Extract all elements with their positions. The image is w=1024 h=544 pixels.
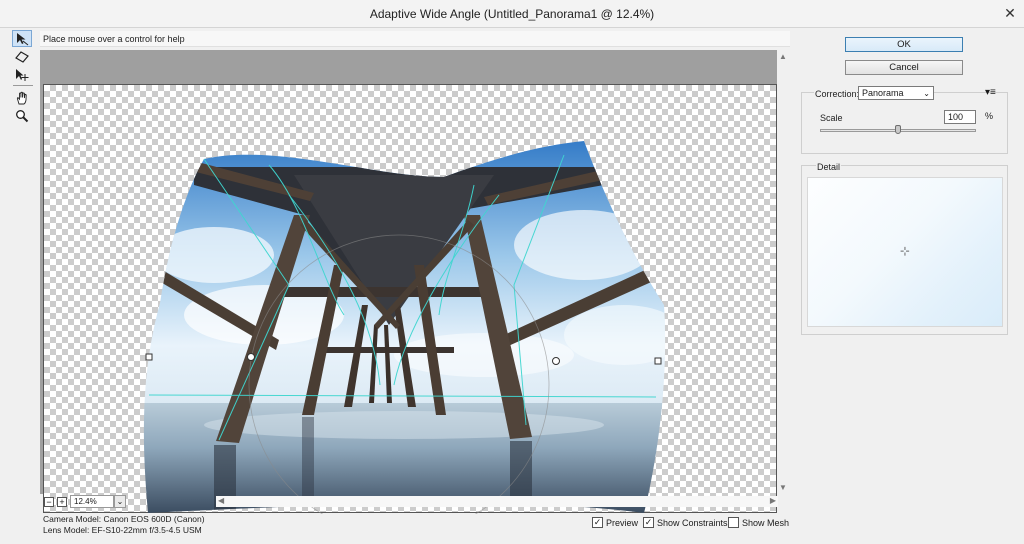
panel-menu-icon[interactable]: ▾≡ xyxy=(985,87,996,98)
help-text: Place mouse over a control for help xyxy=(43,34,185,44)
zoom-in-button[interactable]: + xyxy=(57,497,67,507)
show-constraints-checkbox-box[interactable]: ✓ xyxy=(643,517,654,528)
detail-label: Detail xyxy=(816,162,842,172)
correction-label: Correction: xyxy=(814,89,861,99)
preview-canvas-frame[interactable] xyxy=(40,50,777,514)
zoom-tool-icon[interactable] xyxy=(12,107,32,124)
camera-model-text: Camera Model: Canon EOS 600D (Canon) xyxy=(43,514,205,524)
window-title: Adaptive Wide Angle (Untitled_Panorama1 … xyxy=(369,7,655,21)
zoom-controls: − + 12.4% ⌄ ◀ ▶ xyxy=(40,495,790,509)
show-mesh-checkbox-box[interactable] xyxy=(728,517,739,528)
show-mesh-checkbox-label: Show Mesh xyxy=(742,517,790,528)
scale-label: Scale xyxy=(820,113,843,123)
crosshair-icon: ⊹ xyxy=(900,244,911,258)
zoom-out-button[interactable]: − xyxy=(44,497,54,507)
help-bar: Place mouse over a control for help xyxy=(40,31,790,47)
scale-unit: % xyxy=(985,111,994,121)
canvas-vertical-scrollbar[interactable]: ▲ ▼ xyxy=(777,50,789,494)
preview-checkbox-label: Preview xyxy=(606,517,639,528)
move-tool-icon[interactable] xyxy=(12,66,32,83)
show-constraints-checkbox-label: Show Constraints xyxy=(657,517,728,528)
polygon-constraint-tool-icon[interactable] xyxy=(12,48,32,65)
title-bar: Adaptive Wide Angle (Untitled_Panorama1 … xyxy=(0,0,1024,28)
ok-button[interactable]: OK xyxy=(845,37,963,52)
scroll-up-icon[interactable]: ▲ xyxy=(779,52,787,61)
tool-palette xyxy=(12,30,34,125)
scroll-down-icon[interactable]: ▼ xyxy=(779,483,787,492)
correction-group: Correction: Panorama ⌄ ▾≡ Scale 100 % xyxy=(801,86,1008,154)
show-constraints-checkbox[interactable]: ✓ Show Constraints xyxy=(643,517,728,528)
correction-select-value: Panorama xyxy=(862,88,904,98)
scale-input[interactable]: 100 xyxy=(944,110,976,124)
lens-info: Camera Model: Canon EOS 600D (Canon) Len… xyxy=(43,514,205,536)
preview-checkbox-box[interactable]: ✓ xyxy=(592,517,603,528)
canvas-horizontal-scrollbar[interactable]: ◀ ▶ xyxy=(216,496,778,507)
constraint-tool-icon[interactable] xyxy=(12,30,32,47)
preview-checkbox[interactable]: ✓ Preview xyxy=(592,517,638,528)
scroll-right-icon[interactable]: ▶ xyxy=(770,496,776,505)
detail-preview: ⊹ xyxy=(807,177,1003,327)
toolbar-divider xyxy=(13,85,33,86)
scroll-left-icon[interactable]: ◀ xyxy=(218,496,224,505)
zoom-dropdown-button[interactable]: ⌄ xyxy=(114,495,126,508)
cancel-button[interactable]: Cancel xyxy=(845,60,963,75)
panorama-preview-image[interactable] xyxy=(44,85,778,514)
correction-select[interactable]: Panorama ⌄ xyxy=(858,86,934,100)
lens-model-text: Lens Model: EF-S10-22mm f/3.5-4.5 USM xyxy=(43,525,202,535)
scale-slider-thumb[interactable] xyxy=(895,125,901,134)
hand-tool-icon[interactable] xyxy=(12,89,32,106)
chevron-down-icon: ⌄ xyxy=(923,89,930,98)
preview-canvas[interactable] xyxy=(43,84,778,514)
show-mesh-checkbox[interactable]: Show Mesh xyxy=(728,517,789,528)
close-icon[interactable]: ✕ xyxy=(1002,5,1018,21)
zoom-level-field[interactable]: 12.4% xyxy=(70,495,114,508)
